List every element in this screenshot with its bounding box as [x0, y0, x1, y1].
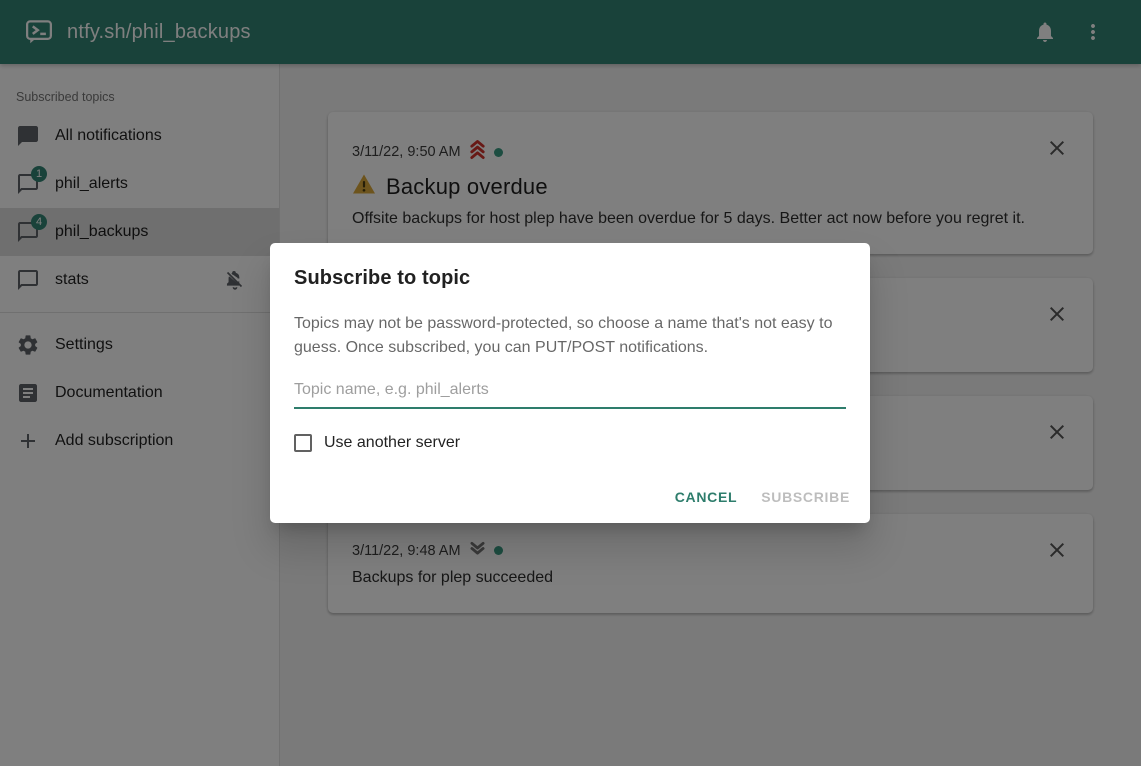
cancel-button[interactable]: CANCEL — [663, 479, 750, 515]
dialog-title: Subscribe to topic — [294, 267, 846, 290]
dialog-actions: CANCEL SUBSCRIBE — [663, 479, 862, 515]
use-another-server-option[interactable]: Use another server — [294, 434, 846, 452]
dialog-description: Topics may not be password-protected, so… — [294, 312, 846, 360]
checkbox-label: Use another server — [324, 434, 460, 452]
use-another-server-checkbox[interactable] — [294, 434, 312, 452]
topic-name-input[interactable] — [294, 375, 846, 409]
subscribe-button[interactable]: SUBSCRIBE — [749, 479, 862, 515]
subscribe-dialog: Subscribe to topic Topics may not be pas… — [270, 243, 870, 523]
